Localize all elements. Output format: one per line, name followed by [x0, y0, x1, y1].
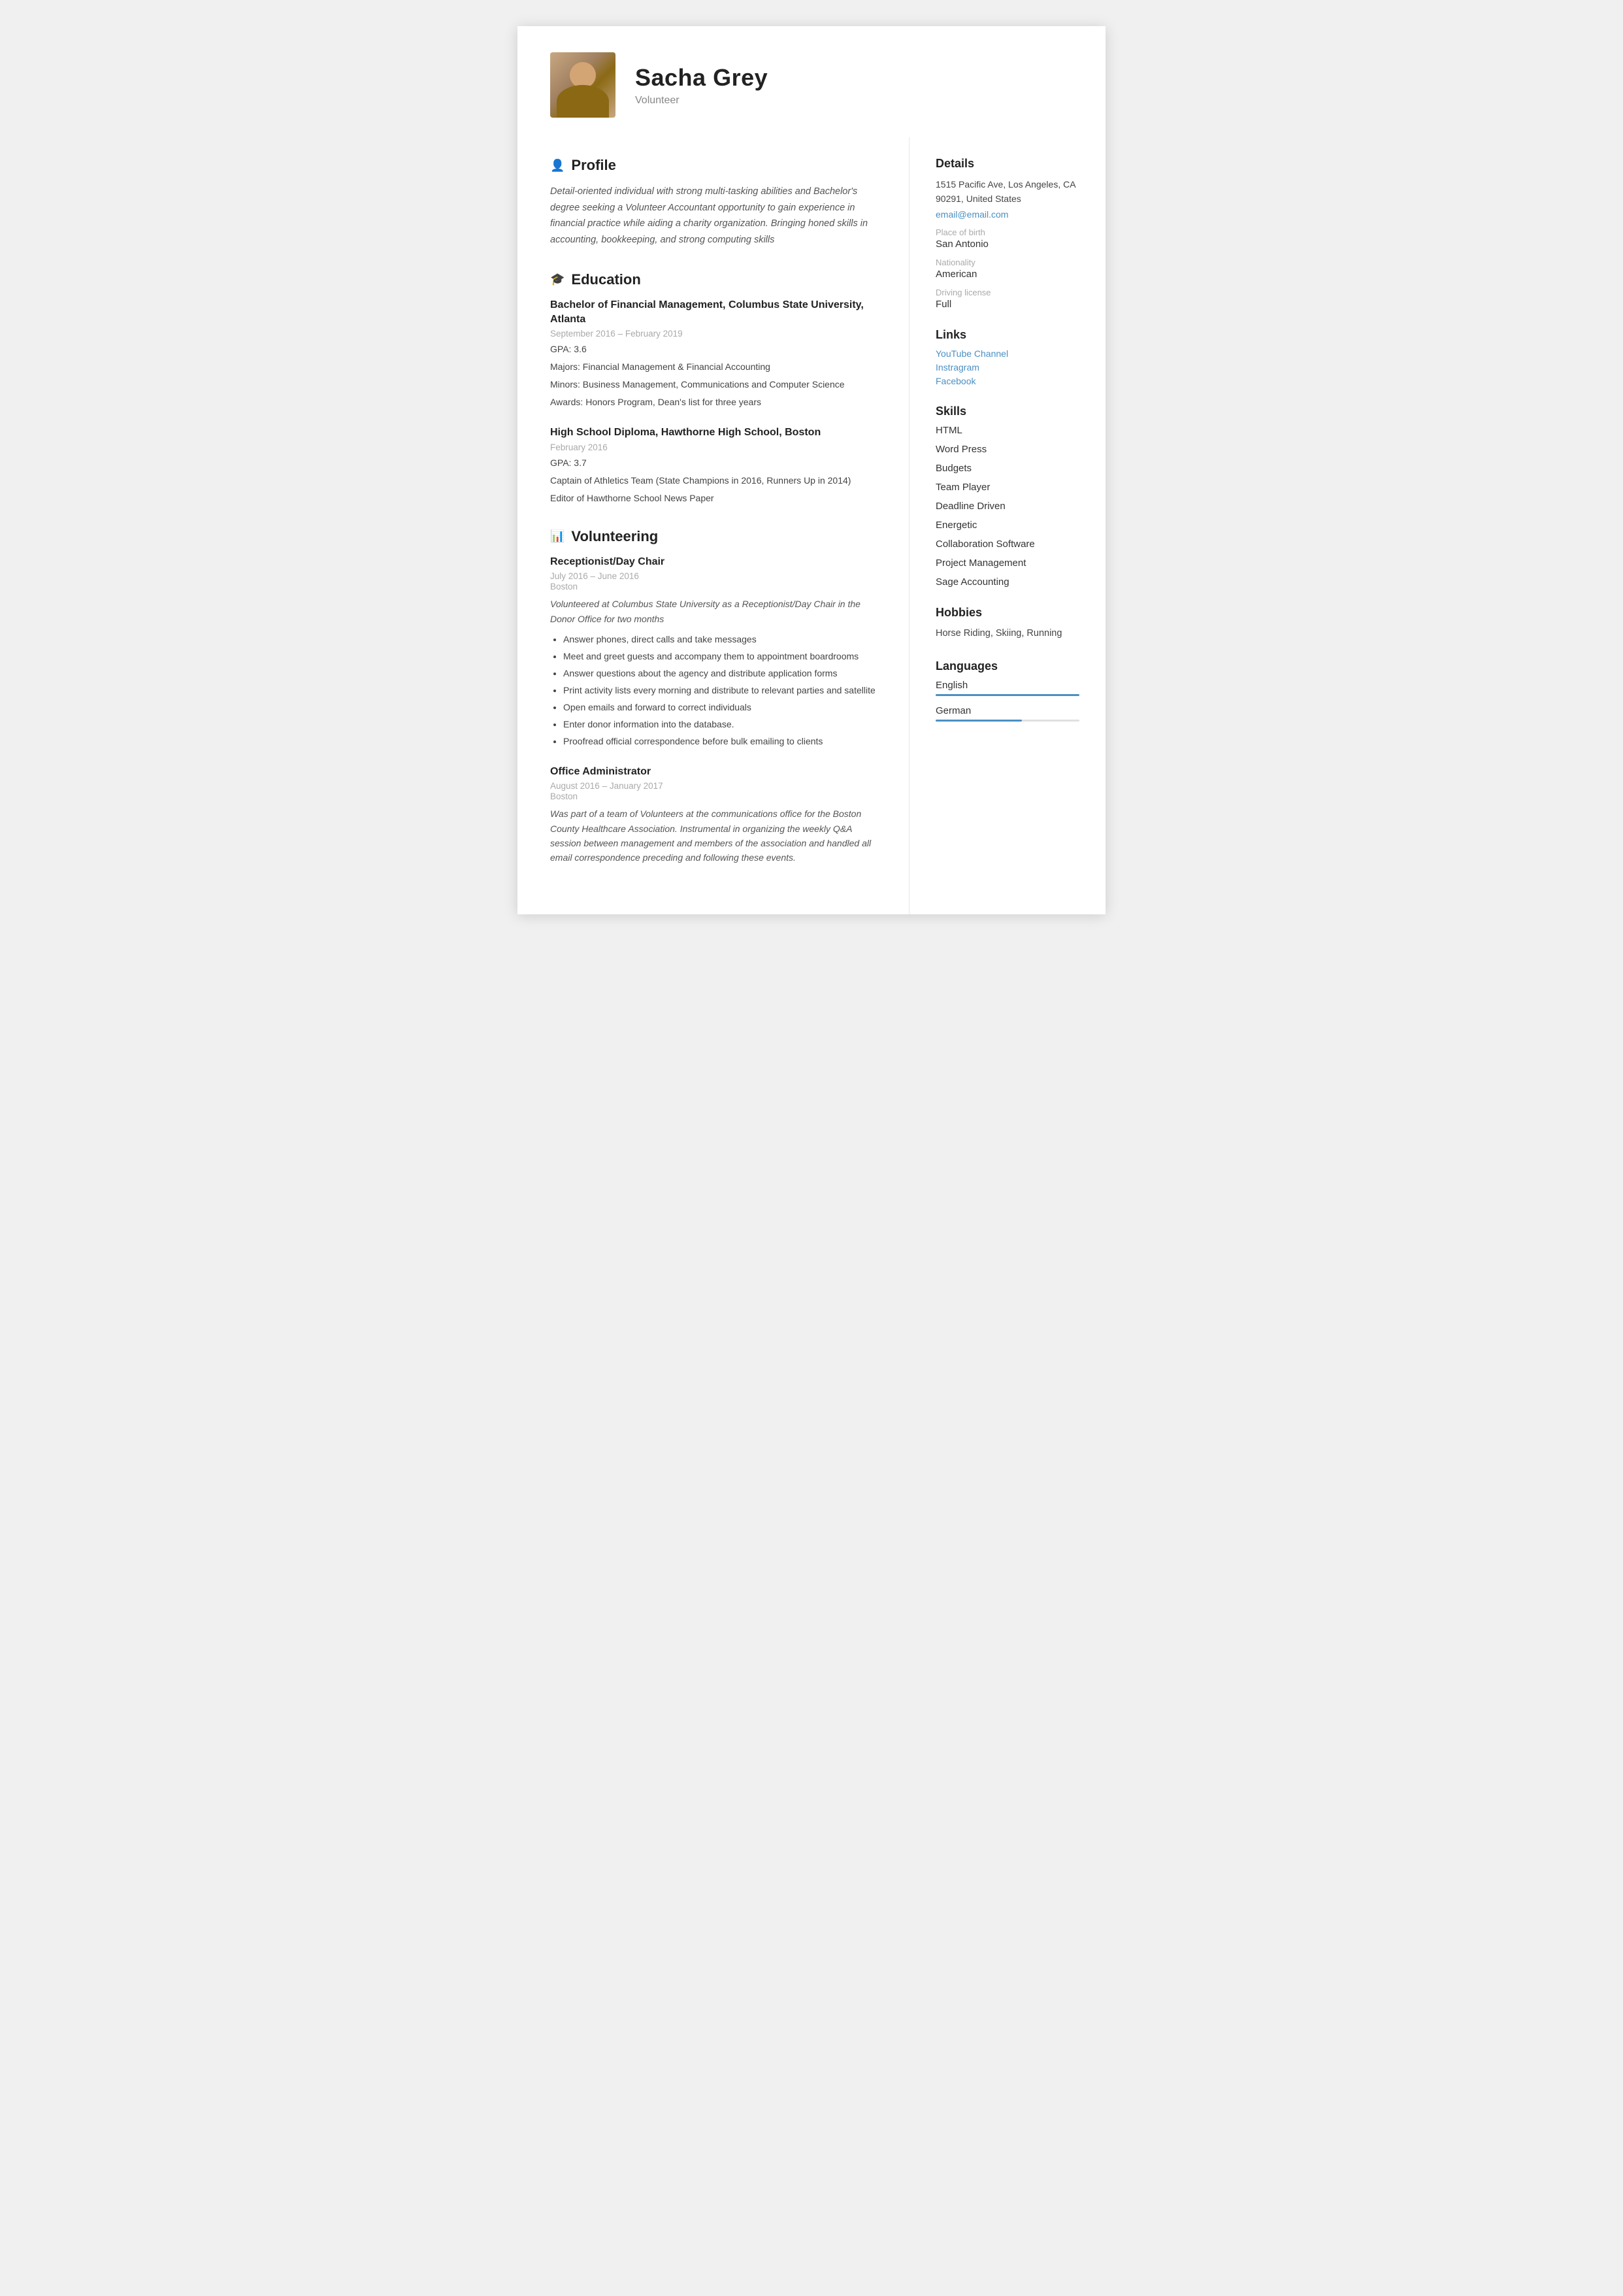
detail-address: 1515 Pacific Ave, Los Angeles, CA 90291,… — [936, 177, 1079, 207]
place-of-birth-value: San Antonio — [936, 239, 1079, 250]
edu2-date: February 2016 — [550, 442, 876, 452]
skill-budgets: Budgets — [936, 463, 1079, 474]
language-english-bar — [936, 694, 1079, 696]
skills-section: Skills HTML Word Press Budgets Team Play… — [936, 405, 1079, 588]
languages-section: Languages English German — [936, 659, 1079, 722]
edu2-gpa: GPA: 3.7 — [550, 456, 876, 470]
vol2-location: Boston — [550, 791, 876, 801]
volunteering-icon: 📊 — [550, 529, 565, 543]
edu2-athletics: Captain of Athletics Team (State Champio… — [550, 474, 876, 488]
skill-project-management: Project Management — [936, 557, 1079, 569]
skill-wordpress: Word Press — [936, 444, 1079, 455]
list-item: Answer phones, direct calls and take mes… — [563, 633, 876, 646]
header: Sacha Grey Volunteer — [517, 26, 1106, 137]
language-german-name: German — [936, 705, 1079, 716]
avatar — [550, 52, 615, 118]
language-english-fill — [936, 694, 1079, 696]
header-info: Sacha Grey Volunteer — [635, 64, 768, 107]
education-title: Education — [571, 271, 640, 288]
hobbies-text: Horse Riding, Skiing, Running — [936, 626, 1079, 641]
candidate-title: Volunteer — [635, 95, 768, 107]
resume-container: Sacha Grey Volunteer 👤 Profile Detail-or… — [517, 26, 1106, 914]
hobbies-title: Hobbies — [936, 606, 1079, 620]
list-item: Answer questions about the agency and di… — [563, 667, 876, 680]
volunteering-entry-2: Office Administrator August 2016 – Janua… — [550, 765, 876, 865]
youtube-link[interactable]: YouTube Channel — [936, 348, 1079, 359]
skills-title: Skills — [936, 405, 1079, 418]
edu1-gpa: GPA: 3.6 — [550, 342, 876, 356]
skill-collaboration-software: Collaboration Software — [936, 539, 1079, 550]
vol1-bullets: Answer phones, direct calls and take mes… — [563, 633, 876, 748]
vol2-date: August 2016 – January 2017 — [550, 781, 876, 791]
profile-title: Profile — [571, 157, 615, 174]
place-of-birth-label: Place of birth — [936, 227, 1079, 237]
candidate-name: Sacha Grey — [635, 64, 768, 92]
language-german-bar — [936, 720, 1079, 722]
edu2-title: High School Diploma, Hawthorne High Scho… — [550, 425, 876, 440]
skill-energetic: Energetic — [936, 520, 1079, 531]
volunteering-section-header: 📊 Volunteering — [550, 528, 876, 545]
links-title: Links — [936, 328, 1079, 342]
edu1-majors: Majors: Financial Management & Financial… — [550, 360, 876, 374]
vol1-date: July 2016 – June 2016 — [550, 571, 876, 581]
nationality-value: American — [936, 269, 1079, 280]
list-item: Print activity lists every morning and d… — [563, 684, 876, 697]
list-item: Open emails and forward to correct indiv… — [563, 701, 876, 714]
list-item: Proofread official correspondence before… — [563, 735, 876, 748]
edu1-minors: Minors: Business Management, Communicati… — [550, 378, 876, 391]
list-item: Enter donor information into the databas… — [563, 718, 876, 731]
vol1-title: Receptionist/Day Chair — [550, 555, 876, 569]
right-column: Details 1515 Pacific Ave, Los Angeles, C… — [910, 137, 1106, 914]
volunteering-title: Volunteering — [571, 528, 658, 545]
education-entry-1: Bachelor of Financial Management, Columb… — [550, 298, 876, 410]
language-german-fill — [936, 720, 1022, 722]
skill-html: HTML — [936, 425, 1079, 436]
detail-email[interactable]: email@email.com — [936, 209, 1079, 220]
vol1-location: Boston — [550, 582, 876, 591]
profile-section: 👤 Profile Detail-oriented individual wit… — [550, 157, 876, 248]
profile-text: Detail-oriented individual with strong m… — [550, 184, 876, 248]
vol1-summary: Volunteered at Columbus State University… — [550, 597, 876, 626]
edu1-date: September 2016 – February 2019 — [550, 329, 876, 339]
vol2-summary: Was part of a team of Volunteers at the … — [550, 807, 876, 865]
education-icon: 🎓 — [550, 273, 565, 286]
instagram-link[interactable]: Instragram — [936, 362, 1079, 373]
details-title: Details — [936, 157, 1079, 171]
volunteering-entry-1: Receptionist/Day Chair July 2016 – June … — [550, 555, 876, 748]
list-item: Meet and greet guests and accompany them… — [563, 650, 876, 663]
education-entry-2: High School Diploma, Hawthorne High Scho… — [550, 425, 876, 505]
vol2-title: Office Administrator — [550, 765, 876, 779]
details-section: Details 1515 Pacific Ave, Los Angeles, C… — [936, 157, 1079, 310]
education-section-header: 🎓 Education — [550, 271, 876, 288]
hobbies-section: Hobbies Horse Riding, Skiing, Running — [936, 606, 1079, 641]
main-content: 👤 Profile Detail-oriented individual wit… — [517, 137, 1106, 914]
education-section: 🎓 Education Bachelor of Financial Manage… — [550, 271, 876, 505]
profile-section-header: 👤 Profile — [550, 157, 876, 174]
skill-team-player: Team Player — [936, 482, 1079, 493]
facebook-link[interactable]: Facebook — [936, 376, 1079, 386]
driving-license-value: Full — [936, 299, 1079, 310]
nationality-label: Nationality — [936, 258, 1079, 267]
edu1-awards: Awards: Honors Program, Dean's list for … — [550, 395, 876, 409]
volunteering-section: 📊 Volunteering Receptionist/Day Chair Ju… — [550, 528, 876, 865]
language-english-name: English — [936, 680, 1079, 691]
languages-title: Languages — [936, 659, 1079, 673]
edu2-editor: Editor of Hawthorne School News Paper — [550, 491, 876, 505]
skill-deadline-driven: Deadline Driven — [936, 501, 1079, 512]
edu1-title: Bachelor of Financial Management, Columb… — [550, 298, 876, 327]
driving-license-label: Driving license — [936, 288, 1079, 297]
language-english: English — [936, 680, 1079, 696]
skill-sage-accounting: Sage Accounting — [936, 576, 1079, 588]
links-section: Links YouTube Channel Instragram Faceboo… — [936, 328, 1079, 386]
left-column: 👤 Profile Detail-oriented individual wit… — [517, 137, 910, 914]
language-german: German — [936, 705, 1079, 722]
profile-icon: 👤 — [550, 159, 565, 173]
